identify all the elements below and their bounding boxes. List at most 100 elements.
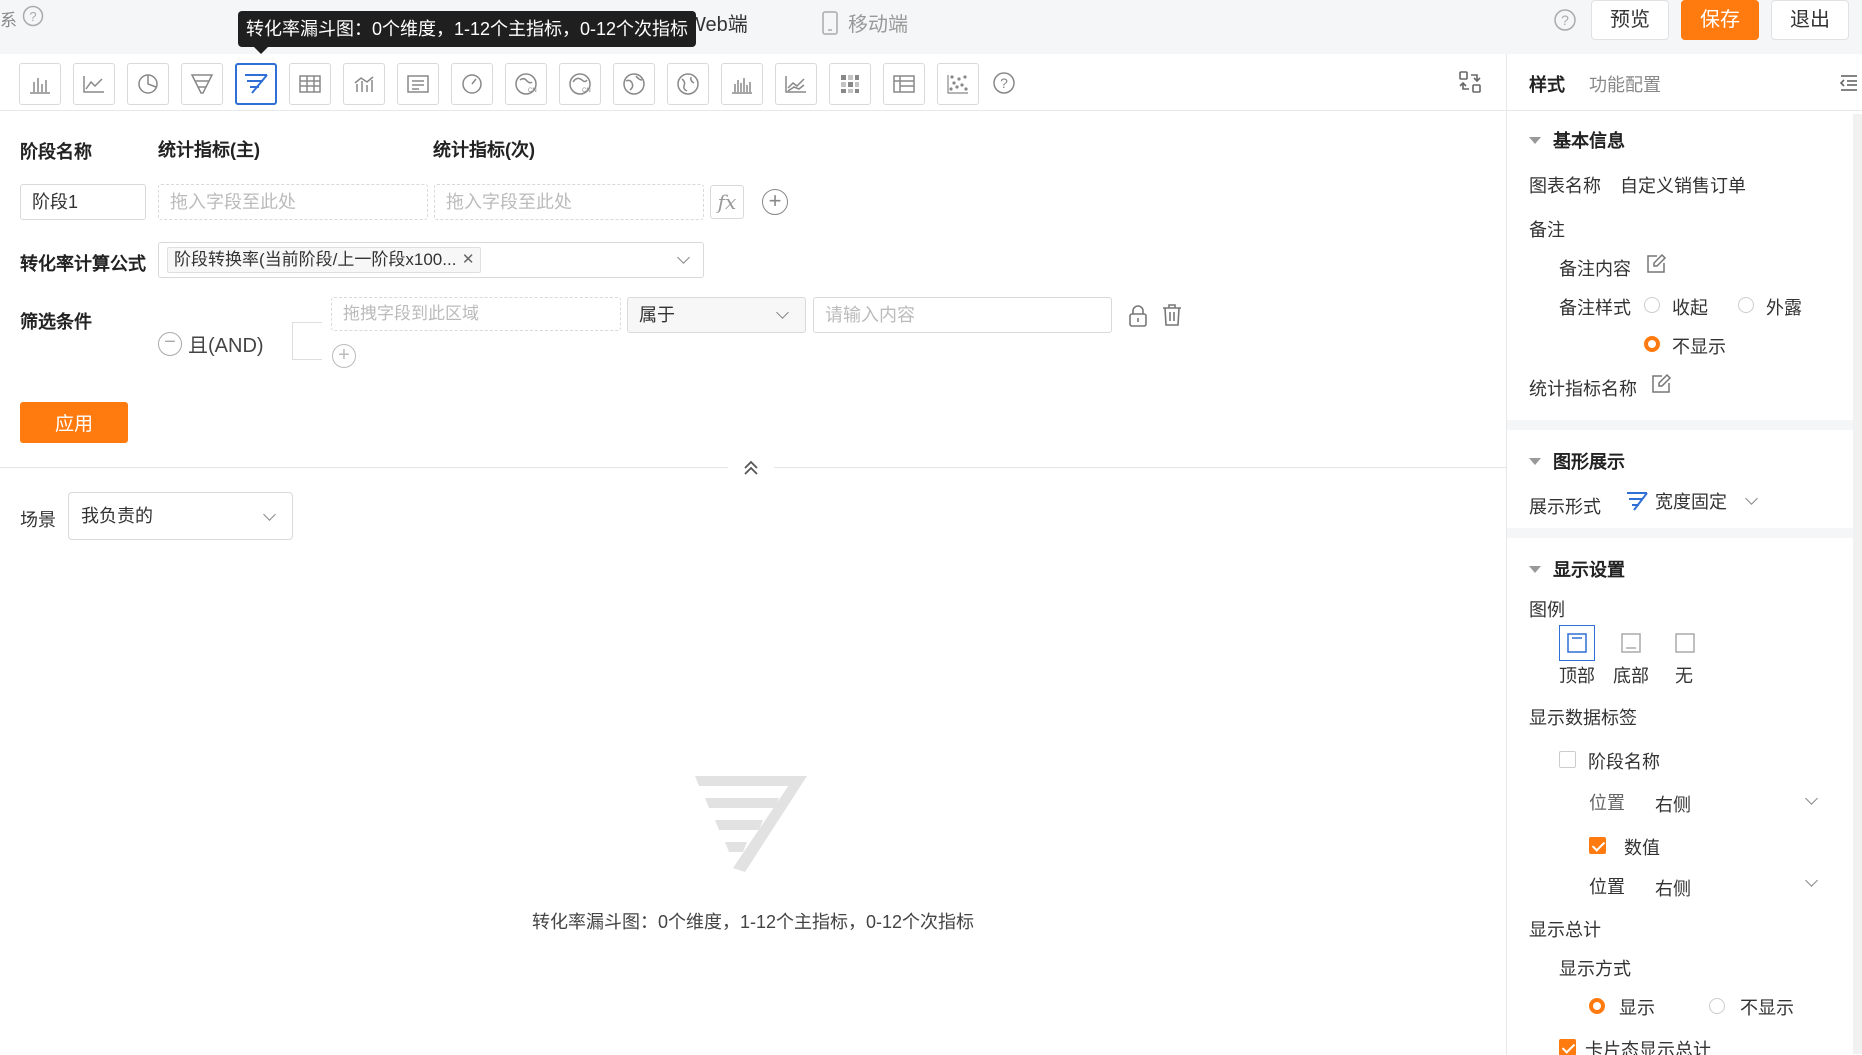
section-display-settings[interactable]: 显示设置	[1529, 556, 1625, 582]
stage-name-header: 阶段名称	[20, 142, 92, 162]
tab-function-config[interactable]: 功能配置	[1589, 71, 1661, 97]
stage-name-input[interactable]: 阶段1	[20, 184, 146, 220]
tab-style[interactable]: 样式	[1529, 71, 1565, 97]
remove-condition-icon[interactable]: −	[158, 332, 182, 356]
radio-expose[interactable]	[1738, 297, 1754, 313]
section-graph-display[interactable]: 图形展示	[1529, 448, 1625, 474]
tab-mobile[interactable]: 移动端	[820, 8, 908, 37]
position-label: 位置	[1589, 793, 1625, 813]
table-icon[interactable]	[289, 63, 331, 105]
radio-total-show-label: 显示	[1619, 998, 1655, 1018]
help-icon[interactable]: ?	[22, 5, 44, 27]
china-map-icon[interactable]: CN	[505, 63, 547, 105]
chevron-down-icon	[677, 251, 690, 264]
histogram-icon[interactable]	[721, 63, 763, 105]
scene-value: 我负责的	[81, 506, 153, 526]
pivot-table-icon[interactable]	[883, 63, 925, 105]
chevron-down-icon[interactable]	[1745, 492, 1758, 505]
legend-bottom-option[interactable]	[1613, 625, 1649, 661]
remark-label: 备注	[1529, 220, 1565, 240]
radio-hide[interactable]	[1644, 336, 1660, 352]
formula-fx-button[interactable]: fx	[710, 185, 744, 219]
radio-total-hide-label: 不显示	[1740, 998, 1794, 1018]
metric-name-label: 统计指标名称	[1529, 379, 1637, 399]
section-basic-info-title: 基本信息	[1553, 131, 1625, 151]
add-stage-icon[interactable]: +	[762, 189, 788, 215]
lock-icon[interactable]	[1127, 304, 1149, 328]
world-map-icon[interactable]	[613, 63, 655, 105]
edit-icon[interactable]	[1645, 253, 1667, 275]
svg-text:?: ?	[29, 9, 36, 24]
conversion-funnel-icon	[1627, 492, 1648, 511]
chevron-down-icon	[263, 508, 276, 521]
text-card-icon[interactable]	[397, 63, 439, 105]
chart-name-label: 图表名称	[1529, 176, 1601, 196]
display-form-select[interactable]: 宽度固定	[1625, 488, 1727, 514]
filter-field-dropzone[interactable]: 拖拽字段到此区域	[331, 297, 621, 331]
gauge-icon[interactable]	[451, 63, 493, 105]
collapse-panel-icon[interactable]	[1839, 74, 1859, 92]
exit-button[interactable]: 退出	[1771, 0, 1849, 40]
legend-top-label: 顶部	[1559, 666, 1595, 686]
area-chart-icon[interactable]	[775, 63, 817, 105]
sub-metric-dropzone[interactable]: 拖入字段至此处	[434, 184, 704, 220]
combo-chart-icon[interactable]	[343, 63, 385, 105]
save-button[interactable]: 保存	[1681, 0, 1759, 40]
mobile-icon	[822, 10, 838, 35]
checkbox-stage-name[interactable]	[1559, 751, 1576, 768]
section-basic-info[interactable]: 基本信息	[1529, 127, 1625, 153]
chevron-down-icon	[776, 306, 789, 319]
help-icon[interactable]: ?	[1553, 8, 1577, 32]
tab-mobile-label: 移动端	[848, 14, 908, 36]
help-icon[interactable]: ?	[992, 71, 1016, 95]
section-separator	[1507, 528, 1853, 538]
legend-top-option[interactable]	[1559, 625, 1595, 661]
chart-name-value[interactable]: 自定义销售订单	[1620, 172, 1746, 198]
position-value[interactable]: 右侧	[1655, 791, 1691, 817]
filter-value-input[interactable]: 请输入内容	[813, 297, 1112, 333]
radio-collapse-label: 收起	[1672, 298, 1708, 318]
legend-bottom-icon	[1621, 633, 1641, 653]
legend-top-icon	[1567, 633, 1587, 653]
chart-type-toolbar: CN CN ?	[0, 54, 1506, 111]
collapse-up-icon[interactable]	[728, 454, 774, 482]
edit-icon[interactable]	[1650, 373, 1672, 395]
formula-tag: 阶段转换率(当前阶段/上一阶段x100... ✕	[167, 247, 482, 273]
radio-total-hide[interactable]	[1709, 998, 1725, 1014]
conversion-funnel-icon[interactable]	[235, 63, 277, 105]
pie-chart-icon[interactable]	[127, 63, 169, 105]
line-chart-icon[interactable]	[73, 63, 115, 105]
radio-total-show[interactable]	[1589, 998, 1605, 1014]
heatmap-icon[interactable]	[829, 63, 871, 105]
checkbox-value[interactable]	[1589, 837, 1606, 854]
swap-icon[interactable]	[1457, 69, 1483, 95]
chevron-down-icon[interactable]	[1805, 792, 1818, 805]
formula-select[interactable]: 阶段转换率(当前阶段/上一阶段x100... ✕	[158, 242, 704, 278]
globe-map-icon[interactable]	[667, 63, 709, 105]
radio-collapse[interactable]	[1644, 297, 1660, 313]
scene-select[interactable]: 我负责的	[68, 492, 293, 540]
radio-expose-label: 外露	[1766, 298, 1802, 318]
close-icon[interactable]: ✕	[462, 248, 475, 272]
legend-none-option[interactable]	[1667, 625, 1703, 661]
sub-metric-header: 统计指标(次)	[433, 140, 535, 160]
china-map-alt-icon[interactable]: CN	[559, 63, 601, 105]
trash-icon[interactable]	[1161, 303, 1183, 327]
operator-select[interactable]: 属于	[627, 297, 806, 333]
preview-button[interactable]: 预览	[1591, 0, 1669, 40]
data-label-title: 显示数据标签	[1529, 708, 1637, 728]
empty-funnel-icon	[695, 776, 807, 872]
chevron-down-icon[interactable]	[1805, 874, 1818, 887]
legend-none-icon	[1675, 633, 1695, 653]
add-condition-icon[interactable]: +	[332, 344, 356, 368]
panel-scrollbar[interactable]	[1853, 114, 1862, 1054]
position-value[interactable]: 右侧	[1655, 875, 1691, 901]
scatter-plot-icon[interactable]	[937, 63, 979, 105]
funnel-chart-icon[interactable]	[181, 63, 223, 105]
main-metric-dropzone[interactable]: 拖入字段至此处	[158, 184, 428, 220]
position-label: 位置	[1589, 877, 1625, 897]
checkbox-card-total[interactable]	[1559, 1039, 1576, 1055]
bar-chart-icon[interactable]	[19, 63, 61, 105]
apply-button[interactable]: 应用	[20, 402, 128, 443]
legend-label: 图例	[1529, 600, 1565, 620]
